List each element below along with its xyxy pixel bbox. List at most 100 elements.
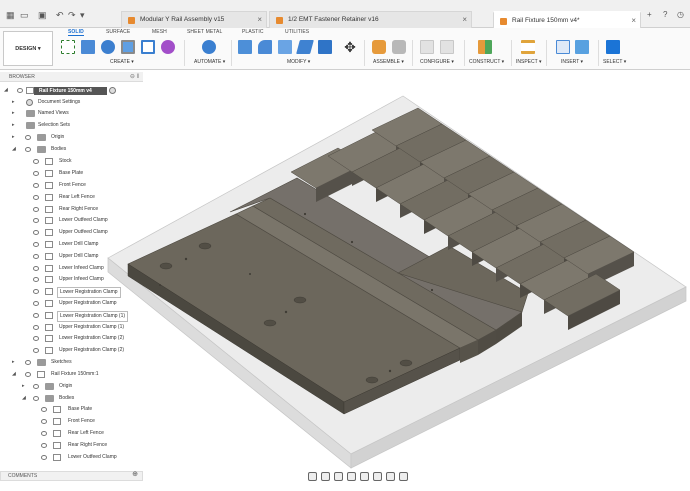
eye-icon[interactable]	[25, 372, 31, 377]
eye-icon[interactable]	[33, 171, 39, 176]
chevron-right-icon[interactable]: ▸	[12, 108, 18, 119]
group-assemble[interactable]: ASSEMBLE ▾	[373, 59, 404, 65]
eye-icon[interactable]	[33, 266, 39, 271]
eye-icon[interactable]	[33, 159, 39, 164]
tree-item-bodies[interactable]: ◢ Bodies	[0, 144, 150, 155]
display-settings-icon[interactable]	[373, 471, 382, 481]
insert-image-icon[interactable]	[575, 40, 589, 54]
eye-icon[interactable]	[33, 348, 39, 353]
eye-icon[interactable]	[33, 384, 39, 389]
target-icon[interactable]	[109, 87, 116, 94]
tree-item-document-settings[interactable]: ▸ Document Settings	[0, 97, 150, 108]
tree-item-body[interactable]: Lower Drill Clamp	[0, 239, 150, 250]
group-select[interactable]: SELECT ▾	[603, 59, 626, 65]
chevron-right-icon[interactable]: ▸	[12, 120, 18, 131]
workspace-switcher[interactable]: DESIGN ▾	[3, 31, 53, 66]
browser-header[interactable]: BROWSER ⊖ ‖	[0, 72, 143, 82]
eye-icon[interactable]	[25, 135, 31, 140]
group-modify[interactable]: MODIFY ▾	[287, 59, 310, 65]
shell-icon[interactable]	[296, 40, 314, 54]
close-icon[interactable]: ×	[257, 12, 262, 28]
chevron-down-icon[interactable]: ◢	[12, 369, 18, 380]
eye-icon[interactable]	[33, 218, 39, 223]
eye-icon[interactable]	[41, 419, 47, 424]
eye-icon[interactable]	[33, 207, 39, 212]
tab-plastic[interactable]: PLASTIC	[242, 29, 264, 35]
tree-item-body[interactable]: Rear Left Fence	[0, 428, 150, 439]
new-joint-icon[interactable]	[372, 40, 386, 54]
eye-icon[interactable]	[25, 147, 31, 152]
pan-icon[interactable]	[334, 471, 343, 481]
fit-icon[interactable]	[360, 471, 369, 481]
tree-item-body[interactable]: Base Plate	[0, 404, 150, 415]
notification-icon[interactable]: ◷	[677, 10, 684, 19]
tab-utilities[interactable]: UTILITIES	[285, 29, 309, 35]
grid-icon[interactable]: ▦	[6, 11, 15, 20]
eye-icon[interactable]	[41, 455, 47, 460]
eye-icon[interactable]	[33, 183, 39, 188]
chevron-right-icon[interactable]: ▸	[12, 97, 18, 108]
eye-icon[interactable]	[33, 289, 39, 294]
tree-item-body[interactable]: Lower Registration Clamp (2)	[0, 333, 150, 344]
zoom-icon[interactable]	[347, 471, 356, 481]
eye-icon[interactable]	[33, 313, 39, 318]
eye-icon[interactable]	[41, 443, 47, 448]
tree-item-body[interactable]: Rear Left Fence	[0, 192, 150, 203]
close-icon[interactable]: ×	[631, 13, 636, 29]
collapse-icon[interactable]: ⊖ ‖	[130, 72, 139, 82]
chevron-down-icon[interactable]: ◢	[4, 85, 10, 96]
tree-item-sketches[interactable]: ▸ Sketches	[0, 357, 150, 368]
create-sketch-icon[interactable]	[81, 40, 95, 54]
pattern-icon[interactable]	[161, 40, 175, 54]
tree-item-body[interactable]: Lower Outfeed Clamp	[0, 215, 150, 226]
chevron-right-icon[interactable]: ▸	[12, 132, 18, 143]
file-icon[interactable]: ▭	[20, 11, 29, 20]
eye-icon[interactable]	[33, 195, 39, 200]
group-create[interactable]: CREATE ▾	[110, 59, 134, 65]
eye-icon[interactable]	[33, 230, 39, 235]
tree-item-body-selected[interactable]: Lower Registration Clamp	[0, 286, 150, 298]
fillet-icon[interactable]	[258, 40, 272, 54]
tree-item-comp-bodies[interactable]: ◢ Bodies	[0, 393, 150, 404]
chevron-right-icon[interactable]: ▸	[12, 357, 18, 368]
tree-item-body[interactable]: Stock	[0, 156, 150, 167]
tree-item-body[interactable]: Upper Registration Clamp (2)	[0, 345, 150, 356]
chevron-down-icon[interactable]: ◢	[12, 144, 18, 155]
eye-icon[interactable]	[33, 301, 39, 306]
tree-item-body[interactable]: Lower Outfeed Clamp	[0, 452, 150, 463]
tree-item-body[interactable]: Upper Registration Clamp (1)	[0, 322, 150, 333]
add-tab-icon[interactable]: +	[647, 10, 652, 19]
tree-item-comp-origin[interactable]: ▸ Origin	[0, 381, 150, 392]
eye-icon[interactable]	[33, 242, 39, 247]
tab-modular-y-rail-assembly[interactable]: Modular Y Rail Assembly v15 ×	[121, 11, 267, 28]
new-component-icon[interactable]	[61, 40, 75, 54]
tree-root[interactable]: ◢ Rail Fixture 150mm v4	[0, 85, 150, 96]
hole-icon[interactable]	[141, 40, 155, 54]
look-at-icon[interactable]	[321, 471, 330, 481]
tab-emt-fastener-retainer[interactable]: 1/2 EMT Fastener Retainer v16 ×	[269, 11, 472, 28]
eye-icon[interactable]	[41, 431, 47, 436]
group-automate[interactable]: AUTOMATE ▾	[194, 59, 225, 65]
tree-item-body[interactable]: Lower Infeed Clamp	[0, 263, 150, 274]
configure-table-icon[interactable]	[440, 40, 454, 54]
combine-icon[interactable]	[318, 40, 332, 54]
measure-icon[interactable]	[521, 40, 535, 54]
revolve-icon[interactable]	[121, 40, 135, 54]
tab-mesh[interactable]: MESH	[152, 29, 167, 35]
group-configure[interactable]: CONFIGURE ▾	[420, 59, 454, 65]
insert-derive-icon[interactable]	[556, 40, 570, 54]
tree-item-body[interactable]: Upper Registration Clamp	[0, 298, 150, 309]
group-insert[interactable]: INSERT ▾	[561, 59, 583, 65]
chevron-down-icon[interactable]: ▾	[80, 11, 85, 20]
automate-icon[interactable]	[202, 40, 216, 54]
close-icon[interactable]: ×	[462, 12, 467, 28]
as-built-joint-icon[interactable]	[392, 40, 406, 54]
orbit-icon[interactable]	[308, 471, 317, 481]
redo-icon[interactable]: ↷	[68, 11, 76, 20]
press-pull-icon[interactable]	[238, 40, 252, 54]
tree-item-body[interactable]: Rear Right Fence	[0, 440, 150, 451]
help-icon[interactable]: ?	[663, 10, 667, 19]
tree-item-body[interactable]: Front Fence	[0, 180, 150, 191]
tree-item-origin[interactable]: ▸ Origin	[0, 132, 150, 143]
move-icon[interactable]: ✥	[343, 40, 357, 54]
